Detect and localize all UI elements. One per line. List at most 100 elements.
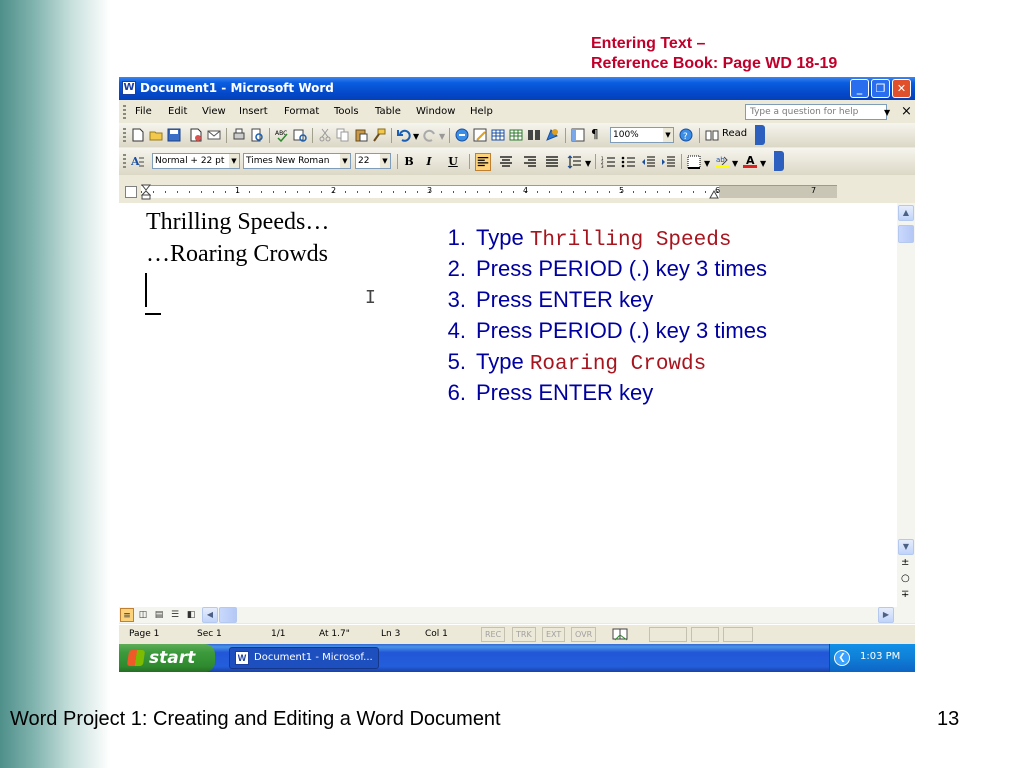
align-center-icon[interactable] (499, 155, 513, 169)
menu-help[interactable]: Help (470, 106, 493, 117)
font-dropdown-icon[interactable]: ▼ (340, 154, 350, 168)
numbering-icon[interactable]: 123 (601, 155, 615, 169)
outline-view-icon[interactable]: ☰ (168, 608, 182, 622)
menu-insert[interactable]: Insert (239, 106, 268, 117)
line-spacing-icon[interactable] (567, 155, 581, 169)
zoom-select[interactable]: 100% ▼ (610, 127, 674, 143)
align-right-icon[interactable] (523, 155, 537, 169)
cut-icon[interactable] (318, 128, 332, 142)
font-color-icon[interactable]: A (743, 154, 757, 168)
border-icon[interactable] (687, 155, 701, 169)
drawing-icon[interactable] (545, 128, 559, 142)
restore-button[interactable]: ❐ (871, 79, 890, 98)
insert-excel-icon[interactable] (509, 128, 523, 142)
select-browse-object-icon[interactable]: ○ (901, 573, 910, 584)
show-hide-formatting-icon[interactable]: ¶ (591, 127, 599, 141)
help-search-input[interactable]: Type a question for help (745, 104, 887, 120)
help-icon[interactable]: ? (679, 128, 693, 142)
scroll-right-icon[interactable]: ▶ (878, 607, 894, 623)
horizontal-ruler[interactable]: 1 2 3 4 5 6 7 (141, 184, 837, 200)
save-icon[interactable] (167, 128, 181, 142)
status-ext[interactable]: EXT (542, 627, 566, 642)
menu-grip[interactable] (123, 105, 126, 119)
new-document-icon[interactable] (131, 128, 145, 142)
hyperlink-icon[interactable] (455, 128, 469, 142)
toolbar-options-button[interactable] (774, 151, 784, 171)
menu-format[interactable]: Format (284, 106, 319, 117)
help-dropdown-icon[interactable]: ▼ (884, 108, 890, 117)
read-icon[interactable] (705, 128, 719, 142)
status-trk[interactable]: TRK (512, 627, 536, 642)
open-folder-icon[interactable] (149, 128, 163, 142)
toolbar-options-button[interactable] (755, 125, 765, 145)
scroll-down-icon[interactable]: ▼ (898, 539, 914, 555)
bullets-icon[interactable] (621, 155, 635, 169)
menu-tools[interactable]: Tools (334, 106, 359, 117)
start-button[interactable]: start (119, 644, 215, 672)
tables-borders-icon[interactable] (473, 128, 487, 142)
font-color-dropdown-icon[interactable]: ▼ (760, 159, 766, 168)
highlight-dropdown-icon[interactable]: ▼ (732, 159, 738, 168)
menu-edit[interactable]: Edit (168, 106, 187, 117)
font-size-dropdown-icon[interactable]: ▼ (380, 154, 390, 168)
permission-icon[interactable] (189, 128, 203, 142)
format-painter-icon[interactable] (372, 128, 386, 142)
web-layout-view-icon[interactable]: ◫ (136, 608, 150, 622)
print-icon[interactable] (232, 128, 246, 142)
spelling-status-icon[interactable] (611, 628, 629, 641)
taskbar-word-button[interactable]: W Document1 - Microsof... (229, 647, 379, 669)
redo-icon[interactable] (423, 128, 437, 142)
menu-file[interactable]: File (135, 106, 152, 117)
undo-dropdown-icon[interactable]: ▼ (413, 132, 419, 141)
columns-icon[interactable] (527, 128, 541, 142)
normal-view-icon[interactable]: ≡ (120, 608, 134, 622)
status-ovr[interactable]: OVR (571, 627, 597, 642)
title-bar[interactable]: W Document1 - Microsoft Word _ ❐ ✕ (119, 77, 915, 100)
line-spacing-dropdown-icon[interactable]: ▼ (585, 159, 591, 168)
reading-layout-view-icon[interactable]: ◧ (184, 608, 198, 622)
font-select[interactable]: Times New Roman ▼ (243, 153, 351, 169)
menu-table[interactable]: Table (375, 106, 401, 117)
menu-window[interactable]: Window (416, 106, 455, 117)
redo-dropdown-icon[interactable]: ▼ (439, 132, 445, 141)
research-icon[interactable] (293, 128, 307, 142)
horizontal-scroll-thumb[interactable] (219, 607, 237, 623)
zoom-dropdown-icon[interactable]: ▼ (663, 128, 673, 142)
increase-indent-icon[interactable] (661, 155, 675, 169)
scroll-up-icon[interactable]: ▲ (898, 205, 914, 221)
decrease-indent-icon[interactable] (641, 155, 655, 169)
close-button[interactable]: ✕ (892, 79, 911, 98)
scroll-left-icon[interactable]: ◀ (202, 607, 218, 623)
toolbar-grip[interactable] (123, 128, 126, 142)
tab-selector[interactable] (125, 186, 137, 198)
justify-icon[interactable] (545, 155, 559, 169)
word-app-icon[interactable]: W (122, 81, 136, 95)
border-dropdown-icon[interactable]: ▼ (704, 159, 710, 168)
style-select[interactable]: Normal + 22 pt ▼ (152, 153, 240, 169)
copy-icon[interactable] (336, 128, 350, 142)
status-rec[interactable]: REC (481, 627, 506, 642)
scroll-thumb[interactable] (898, 225, 914, 243)
underline-button[interactable]: U (445, 154, 461, 169)
previous-page-icon[interactable]: ± (901, 557, 909, 568)
read-button[interactable]: Read (722, 128, 747, 139)
print-preview-icon[interactable] (250, 128, 264, 142)
vertical-scrollbar[interactable]: ▲ ▼ ± ○ ∓ (897, 203, 915, 607)
show-hidden-icons-icon[interactable]: ❮ (834, 650, 850, 666)
indent-marker-icon[interactable] (141, 184, 151, 200)
spelling-grammar-icon[interactable]: ABC (275, 128, 289, 142)
print-layout-view-icon[interactable]: ▤ (152, 608, 166, 622)
style-dropdown-icon[interactable]: ▼ (229, 154, 239, 168)
email-icon[interactable] (207, 128, 221, 142)
bold-button[interactable]: B (401, 154, 417, 169)
right-indent-marker-icon[interactable] (709, 190, 719, 199)
close-document-button[interactable]: × (901, 104, 912, 119)
italic-button[interactable]: I (421, 154, 437, 169)
highlight-icon[interactable]: ab (715, 154, 729, 168)
paste-icon[interactable] (354, 128, 368, 142)
minimize-button[interactable]: _ (850, 79, 869, 98)
styles-formatting-icon[interactable]: A (131, 154, 145, 168)
insert-table-icon[interactable] (491, 128, 505, 142)
toolbar-grip[interactable] (123, 154, 126, 168)
undo-icon[interactable] (397, 128, 411, 142)
